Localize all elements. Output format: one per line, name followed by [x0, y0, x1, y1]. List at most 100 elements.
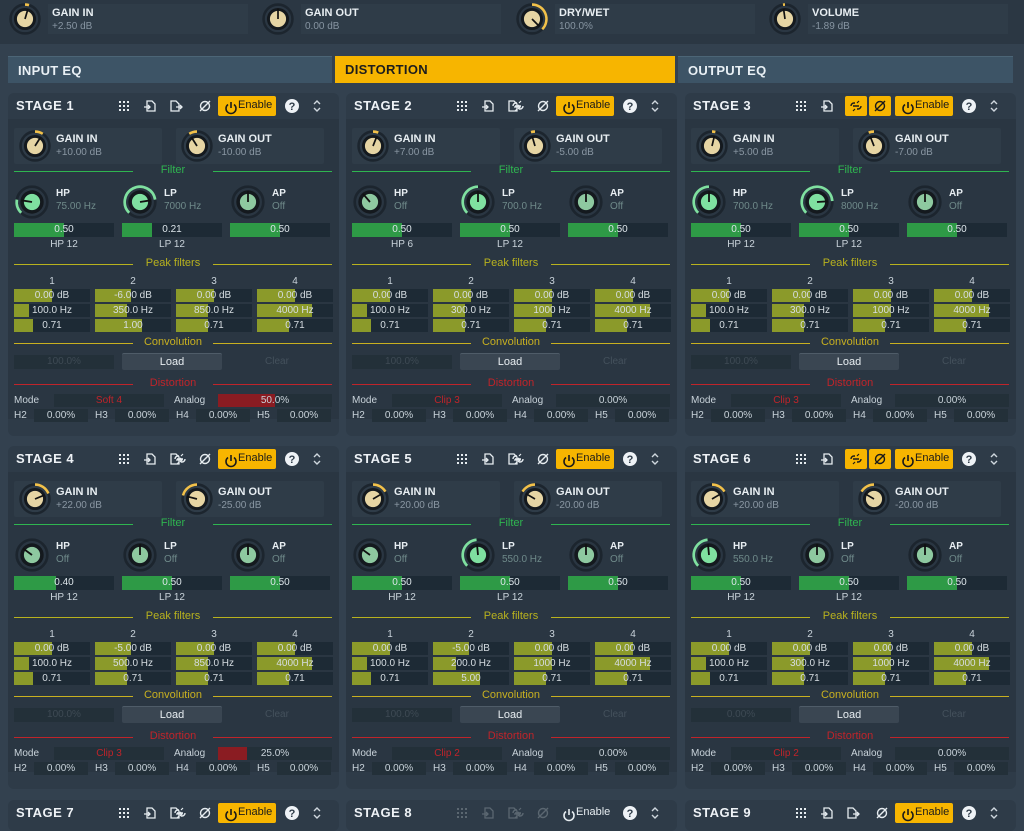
ap-q-slider[interactable]: 0.50: [230, 576, 330, 590]
help-icon[interactable]: ?: [284, 98, 300, 114]
peak-4-freq-slider[interactable]: 4000 Hz: [257, 657, 333, 670]
peak-4-gain-slider[interactable]: 0.00 dB: [257, 289, 333, 302]
lp-q-slider[interactable]: 0.50: [460, 223, 560, 237]
distortion-mode-select[interactable]: Clip 2: [731, 747, 841, 760]
lp-filter-value[interactable]: 550.0 Hz: [502, 554, 542, 565]
gain-out-knob[interactable]: [180, 482, 214, 516]
gain-in-control[interactable]: GAIN IN +7.00 dB: [352, 128, 500, 164]
gain-out-control[interactable]: GAIN OUT -5.00 dB: [514, 128, 662, 164]
convolution-mix-slider[interactable]: 100.0%: [14, 708, 114, 722]
gain-out-knob[interactable]: [857, 482, 891, 516]
lp-slope-select[interactable]: LP 12: [799, 239, 899, 250]
h3-slider[interactable]: 0.00%: [792, 409, 846, 422]
distortion-mode-select[interactable]: Clip 3: [54, 747, 164, 760]
peak-2-gain-slider[interactable]: 0.00 dB: [772, 642, 848, 655]
peak-4-freq-slider[interactable]: 4000 Hz: [595, 657, 671, 670]
gain-in-knob[interactable]: [695, 129, 729, 163]
lp-filter-control[interactable]: LP 700.0 Hz: [460, 184, 560, 220]
gain-out-knob[interactable]: [518, 129, 552, 163]
grid-icon[interactable]: [454, 805, 470, 821]
lp-slope-select[interactable]: LP 12: [799, 592, 899, 603]
hp-filter-knob[interactable]: [352, 184, 388, 220]
clear-button[interactable]: Clear: [265, 709, 289, 720]
peak-1-gain-slider[interactable]: 0.00 dB: [691, 642, 767, 655]
phase-invert-button[interactable]: [869, 449, 891, 469]
peak-2-gain-slider[interactable]: -5.00 dB: [433, 642, 509, 655]
hp-q-slider[interactable]: 0.50: [691, 576, 791, 590]
peak-1-gain-slider[interactable]: 0.00 dB: [352, 289, 428, 302]
enable-button[interactable]: Enable: [556, 96, 615, 116]
hp-q-slider[interactable]: 0.50: [691, 223, 791, 237]
lp-filter-control[interactable]: LP Off: [122, 537, 222, 573]
enable-button[interactable]: Enable: [218, 96, 277, 116]
global-knob-volume[interactable]: VOLUME -1.89 dB: [760, 0, 1010, 36]
h2-slider[interactable]: 0.00%: [711, 762, 765, 775]
grid-icon[interactable]: [454, 451, 470, 467]
hp-filter-control[interactable]: HP 550.0 Hz: [691, 537, 791, 573]
peak-1-freq-slider[interactable]: 100.0 Hz: [14, 304, 90, 317]
lp-slope-select[interactable]: LP 12: [122, 592, 222, 603]
lp-filter-control[interactable]: LP 550.0 Hz: [460, 537, 560, 573]
lp-filter-knob[interactable]: [122, 537, 158, 573]
lp-filter-value[interactable]: 8000 Hz: [841, 201, 878, 212]
volume-knob[interactable]: [768, 2, 802, 36]
gain-out-value[interactable]: -20.00 dB: [556, 500, 599, 511]
gain-in-value[interactable]: +7.00 dB: [394, 147, 434, 158]
peak-1-freq-slider[interactable]: 100.0 Hz: [352, 657, 428, 670]
ap-filter-knob[interactable]: [568, 537, 604, 573]
hp-q-slider[interactable]: 0.50: [352, 576, 452, 590]
knob-value[interactable]: -1.89 dB: [812, 21, 850, 32]
distortion-mode-select[interactable]: Clip 3: [392, 394, 502, 407]
help-icon[interactable]: ?: [961, 805, 977, 821]
hp-slope-select[interactable]: HP 12: [14, 239, 114, 250]
peak-4-freq-slider[interactable]: 4000 Hz: [257, 304, 333, 317]
help-icon[interactable]: ?: [622, 805, 638, 821]
peak-2-freq-slider[interactable]: 300.0 Hz: [772, 657, 848, 670]
hp-slope-select[interactable]: HP 12: [691, 592, 791, 603]
lp-filter-value[interactable]: Off: [164, 554, 177, 565]
convolution-mix-slider[interactable]: 0.00%: [691, 708, 791, 722]
gain-out-knob[interactable]: [261, 2, 295, 36]
h4-slider[interactable]: 0.00%: [196, 762, 250, 775]
h5-slider[interactable]: 0.00%: [615, 762, 669, 775]
peak-3-freq-slider[interactable]: 1000 Hz: [853, 304, 929, 317]
phase-invert-icon[interactable]: [535, 451, 551, 467]
expand-icon[interactable]: [986, 451, 1002, 467]
peak-1-freq-slider[interactable]: 100.0 Hz: [14, 657, 90, 670]
peak-4-q-slider[interactable]: 0.71: [934, 319, 1010, 332]
peak-4-q-slider[interactable]: 0.71: [257, 319, 333, 332]
ap-filter-control[interactable]: AP Off: [568, 184, 668, 220]
peak-4-q-slider[interactable]: 0.71: [595, 319, 671, 332]
phase-invert-icon[interactable]: [535, 805, 551, 821]
help-icon[interactable]: ?: [622, 98, 638, 114]
peak-4-freq-slider[interactable]: 4000 Hz: [934, 304, 1010, 317]
hp-filter-value[interactable]: 75.00 Hz: [56, 201, 96, 212]
lp-filter-control[interactable]: LP 8000 Hz: [799, 184, 899, 220]
hp-q-slider[interactable]: 0.40: [14, 576, 114, 590]
ap-filter-knob[interactable]: [568, 184, 604, 220]
analog-slider[interactable]: 0.00%: [556, 394, 670, 407]
lp-filter-value[interactable]: 7000 Hz: [164, 201, 201, 212]
ap-filter-control[interactable]: AP Off: [230, 184, 330, 220]
hp-filter-control[interactable]: HP Off: [14, 537, 114, 573]
peak-2-q-slider[interactable]: 5.00: [433, 672, 509, 685]
ap-filter-value[interactable]: Off: [272, 201, 285, 212]
import-icon[interactable]: [480, 451, 496, 467]
peak-4-gain-slider[interactable]: 0.00 dB: [595, 289, 671, 302]
clear-button[interactable]: Clear: [942, 709, 966, 720]
peak-3-q-slider[interactable]: 0.71: [176, 319, 252, 332]
enable-button[interactable]: Enable: [218, 449, 277, 469]
lp-filter-control[interactable]: LP Off: [799, 537, 899, 573]
link-button[interactable]: [845, 96, 867, 116]
link-icon[interactable]: [510, 451, 526, 467]
peak-3-q-slider[interactable]: 0.71: [176, 672, 252, 685]
peak-1-q-slider[interactable]: 0.71: [14, 672, 90, 685]
gain-in-value[interactable]: +10.00 dB: [56, 147, 102, 158]
h5-slider[interactable]: 0.00%: [954, 762, 1008, 775]
expand-icon[interactable]: [309, 98, 325, 114]
peak-3-q-slider[interactable]: 0.71: [514, 319, 590, 332]
grid-icon[interactable]: [116, 451, 132, 467]
gain-out-knob[interactable]: [180, 129, 214, 163]
gain-in-knob[interactable]: [8, 2, 42, 36]
clear-button[interactable]: Clear: [603, 709, 627, 720]
